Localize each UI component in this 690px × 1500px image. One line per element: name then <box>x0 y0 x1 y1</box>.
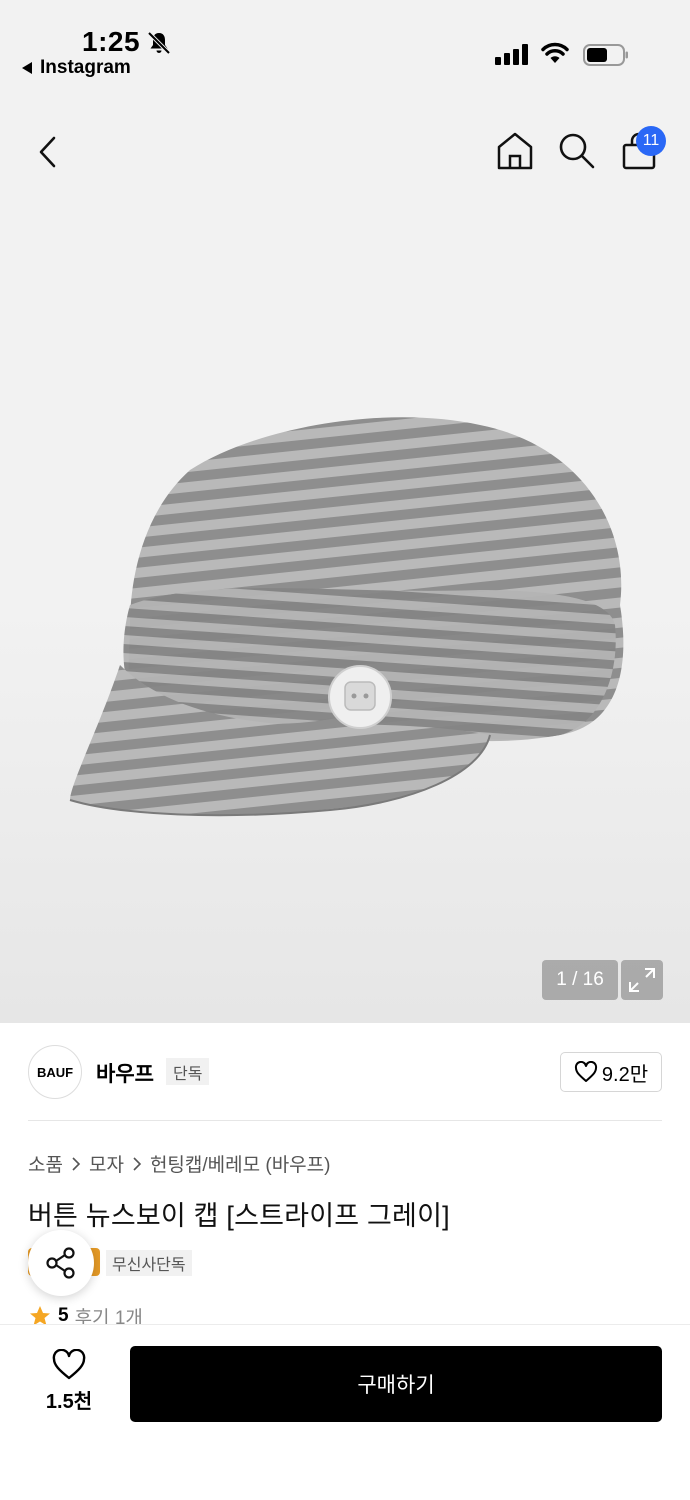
status-time: 1:25 <box>82 26 141 57</box>
chevron-right-icon <box>133 1156 142 1171</box>
back-triangle-icon <box>22 62 32 74</box>
wifi-icon <box>541 42 569 63</box>
cellular-signal-icon <box>495 44 528 65</box>
heart-icon <box>52 1349 86 1380</box>
share-button[interactable] <box>28 1230 94 1296</box>
expand-icon <box>629 968 655 992</box>
heart-icon <box>574 1061 597 1082</box>
product-image <box>69 417 624 817</box>
image-pager: 1 / 16 <box>542 960 618 1000</box>
breadcrumb-item[interactable]: 소품 <box>28 1150 63 1177</box>
expand-image-button[interactable] <box>621 960 663 1000</box>
breadcrumb: 소품 모자 헌팅캡/베레모 (바우프) <box>28 1150 330 1177</box>
musinsa-exclusive-tag: 무신사단독 <box>106 1250 192 1276</box>
home-icon[interactable] <box>494 130 536 172</box>
brand-like-count: 9.2만 <box>601 1063 649 1086</box>
buy-button[interactable]: 구매하기 <box>130 1346 662 1422</box>
back-arrow-icon[interactable] <box>30 130 66 174</box>
bottom-action-bar: 1.5천 구매하기 <box>0 1324 690 1500</box>
chevron-right-icon <box>72 1156 81 1171</box>
status-bar: 1:25 Instagram <box>0 0 690 90</box>
bell-slash-icon <box>147 31 171 55</box>
brand-like-button[interactable]: 9.2만 <box>560 1052 662 1092</box>
back-app-label: Instagram <box>40 57 131 78</box>
wishlist-count: 1.5천 <box>45 1391 93 1413</box>
divider <box>28 1120 662 1121</box>
battery-icon <box>583 44 628 66</box>
breadcrumb-item[interactable]: 헌팅캡/베레모 (바우프) <box>150 1150 331 1177</box>
brand-exclusive-tag: 단독 <box>166 1058 210 1085</box>
product-title: 버튼 뉴스보이 캡 [스트라이프 그레이] <box>28 1201 450 1231</box>
brand-name[interactable]: 바우프 <box>96 1058 154 1088</box>
wishlist-button[interactable]: 1.5천 <box>38 1349 100 1414</box>
search-icon[interactable] <box>556 130 596 170</box>
breadcrumb-item[interactable]: 모자 <box>89 1150 124 1177</box>
cart-count-badge: 11 <box>636 126 666 156</box>
back-to-app-link[interactable]: Instagram <box>22 57 131 79</box>
product-gallery[interactable]: 11 1 / 16 <box>0 90 690 1023</box>
share-icon <box>46 1247 75 1279</box>
brand-logo[interactable]: BAUF <box>28 1045 82 1099</box>
